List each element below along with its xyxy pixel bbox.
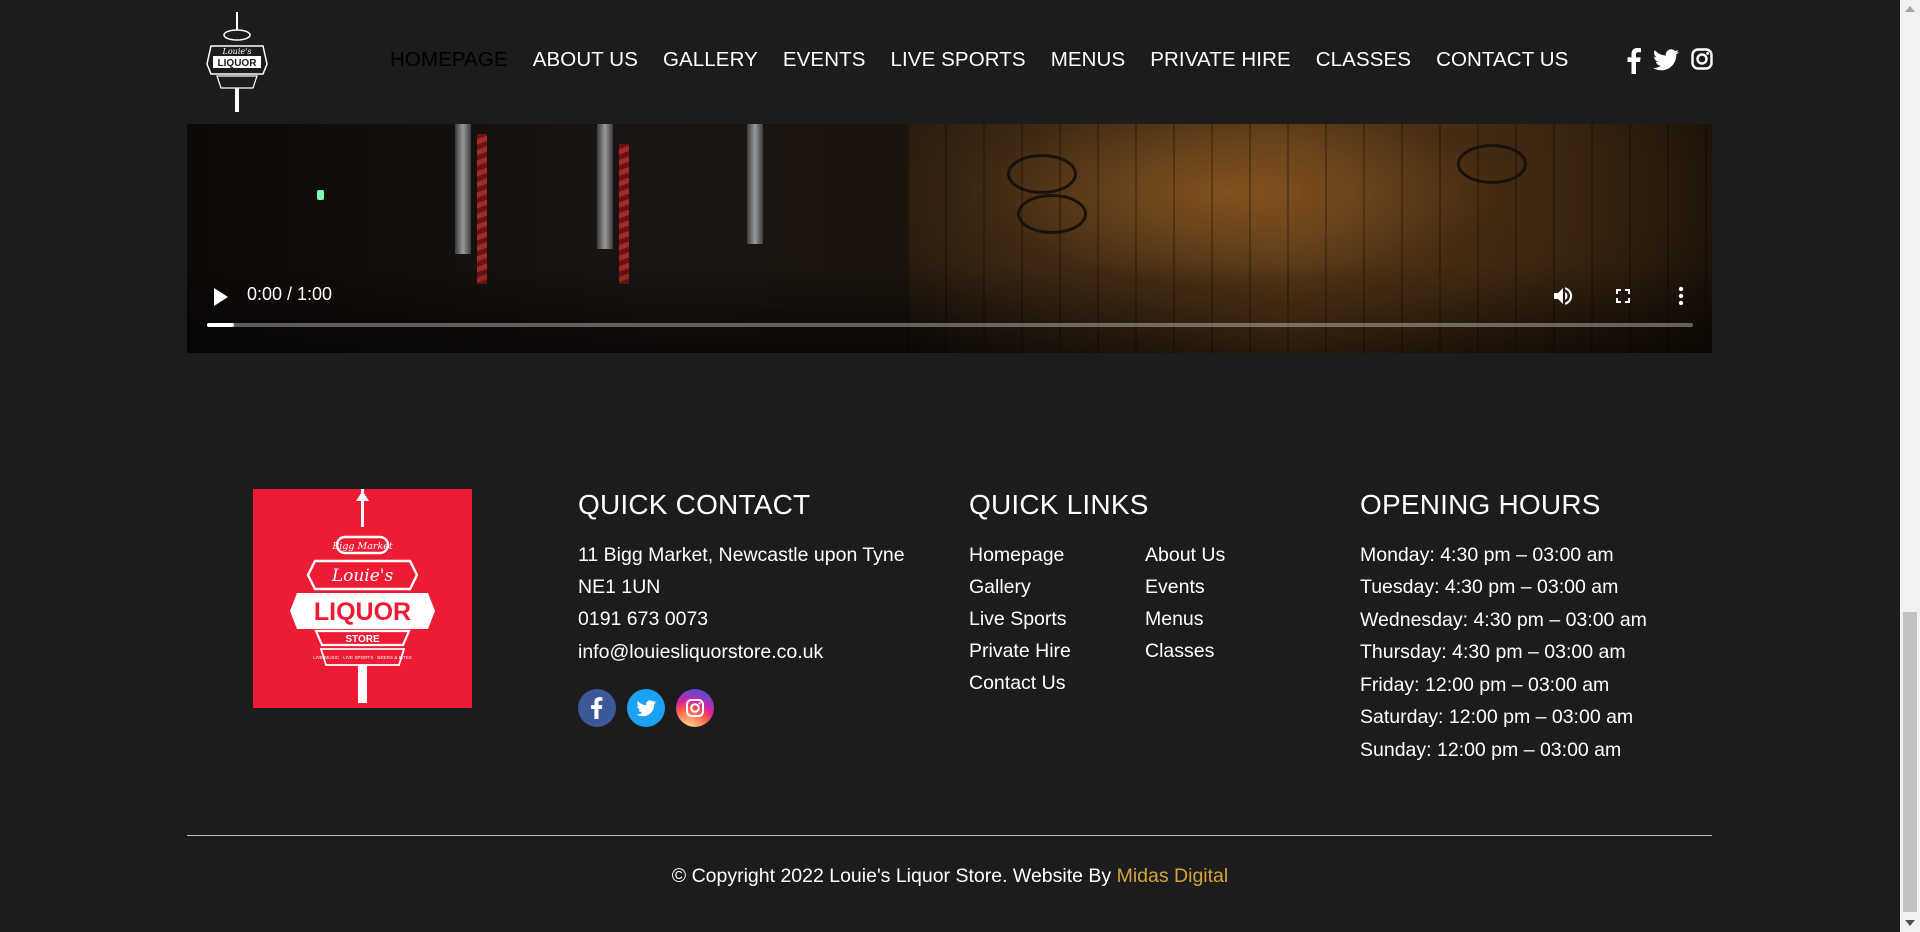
video-frame-detail xyxy=(455,124,471,254)
footer-link-menus[interactable]: Menus xyxy=(1145,608,1204,631)
logo-text-tagline: LIVE MUSIC · LIVE SPORTS · BEERS & BITES xyxy=(313,655,412,660)
footer-link-about-us[interactable]: About Us xyxy=(1145,544,1225,567)
footer-link-contact-us[interactable]: Contact Us xyxy=(969,672,1065,695)
footer-link-gallery[interactable]: Gallery xyxy=(969,576,1031,599)
video-frame-detail xyxy=(317,190,324,200)
main-nav: HOMEPAGE ABOUT US GALLERY EVENTS LIVE SP… xyxy=(390,48,1593,72)
twitter-icon[interactable] xyxy=(627,689,665,727)
scrollbar-thumb[interactable] xyxy=(1903,612,1917,912)
midas-digital-link[interactable]: Midas Digital xyxy=(1117,865,1229,887)
logo-text-louies: Louie's xyxy=(331,566,394,586)
logo-text-bigg-market: Bigg Market xyxy=(331,541,393,552)
video-time-display: 0:00 / 1:00 xyxy=(247,284,333,304)
nav-menus[interactable]: MENUS xyxy=(1051,48,1126,72)
nav-homepage[interactable]: HOMEPAGE xyxy=(390,48,508,72)
fullscreen-icon[interactable] xyxy=(1611,284,1635,308)
contact-phone-link[interactable]: 0191 673 0073 xyxy=(578,608,708,631)
nav-gallery[interactable]: GALLERY xyxy=(663,48,758,72)
logo-text-store: STORE xyxy=(345,634,380,645)
svg-text:Louie's: Louie's xyxy=(222,47,252,56)
instagram-icon[interactable] xyxy=(1691,48,1713,74)
nav-live-sports[interactable]: LIVE SPORTS xyxy=(891,48,1026,72)
twitter-icon[interactable] xyxy=(1653,48,1679,74)
hours-row: Tuesday: 4:30 pm – 03:00 am xyxy=(1360,576,1619,598)
page-scrollbar[interactable] xyxy=(1900,0,1920,932)
promo-video[interactable]: 0:00 / 1:00 xyxy=(187,124,1712,353)
facebook-icon[interactable] xyxy=(578,689,616,727)
play-icon[interactable] xyxy=(211,286,231,308)
footer-link-live-sports[interactable]: Live Sports xyxy=(969,608,1067,631)
copyright-notice: © Copyright 2022 Louie's Liquor Store. W… xyxy=(0,865,1900,888)
opening-hours-title: OPENING HOURS xyxy=(1360,489,1601,520)
video-frame-detail xyxy=(1007,154,1077,194)
svg-text:LIQUOR: LIQUOR xyxy=(218,58,258,69)
quick-links-title: QUICK LINKS xyxy=(969,489,1149,520)
hours-row: Friday: 12:00 pm – 03:00 am xyxy=(1360,674,1610,696)
video-frame-detail xyxy=(477,134,487,284)
video-progress-fill xyxy=(207,323,234,327)
video-controls-shade xyxy=(187,263,1712,353)
contact-email-link[interactable]: info@louiesliquorstore.co.uk xyxy=(578,641,823,664)
nav-private-hire[interactable]: PRIVATE HIRE xyxy=(1150,48,1291,72)
quick-contact-title: QUICK CONTACT xyxy=(578,489,811,520)
video-frame-detail xyxy=(597,124,613,249)
hours-row: Monday: 4:30 pm – 03:00 am xyxy=(1360,544,1614,566)
site-header: LIQUOR Louie's HOMEPAGE ABOUT US GALLERY… xyxy=(0,0,1900,124)
footer-link-events[interactable]: Events xyxy=(1145,576,1205,599)
copyright-text: © Copyright 2022 Louie's Liquor Store. W… xyxy=(671,865,1117,887)
logo-text-liquor: LIQUOR xyxy=(314,598,411,626)
contact-address-line1: 11 Bigg Market, Newcastle upon Tyne xyxy=(578,544,905,566)
volume-icon[interactable] xyxy=(1551,284,1575,308)
footer-divider xyxy=(187,835,1712,836)
footer-social-links xyxy=(578,689,714,727)
header-social-links xyxy=(1627,48,1713,74)
hours-row: Sunday: 12:00 pm – 03:00 am xyxy=(1360,739,1622,761)
nav-events[interactable]: EVENTS xyxy=(783,48,866,72)
site-logo[interactable]: LIQUOR Louie's xyxy=(205,12,269,112)
scroll-down-arrow-icon[interactable] xyxy=(1905,920,1915,926)
footer-link-homepage[interactable]: Homepage xyxy=(969,544,1064,567)
nav-about-us[interactable]: ABOUT US xyxy=(533,48,638,72)
video-frame-detail xyxy=(1017,194,1087,234)
footer-link-private-hire[interactable]: Private Hire xyxy=(969,640,1071,663)
nav-contact-us[interactable]: CONTACT US xyxy=(1436,48,1568,72)
footer-link-classes[interactable]: Classes xyxy=(1145,640,1214,663)
video-frame-detail xyxy=(747,124,763,244)
contact-address-line2: NE1 1UN xyxy=(578,576,661,598)
video-frame-detail xyxy=(1457,144,1527,184)
scroll-up-arrow-icon[interactable] xyxy=(1905,6,1915,12)
hours-row: Wednesday: 4:30 pm – 03:00 am xyxy=(1360,609,1647,631)
instagram-icon[interactable] xyxy=(676,689,714,727)
video-progress-bar[interactable] xyxy=(207,323,1693,327)
hours-row: Saturday: 12:00 pm – 03:00 am xyxy=(1360,706,1634,728)
more-options-icon[interactable] xyxy=(1673,284,1689,308)
facebook-icon[interactable] xyxy=(1627,48,1641,74)
footer-logo[interactable]: Bigg Market Louie's LIQUOR STORE LIVE MU… xyxy=(253,489,472,708)
hours-row: Thursday: 4:30 pm – 03:00 am xyxy=(1360,641,1626,663)
nav-classes[interactable]: CLASSES xyxy=(1316,48,1411,72)
